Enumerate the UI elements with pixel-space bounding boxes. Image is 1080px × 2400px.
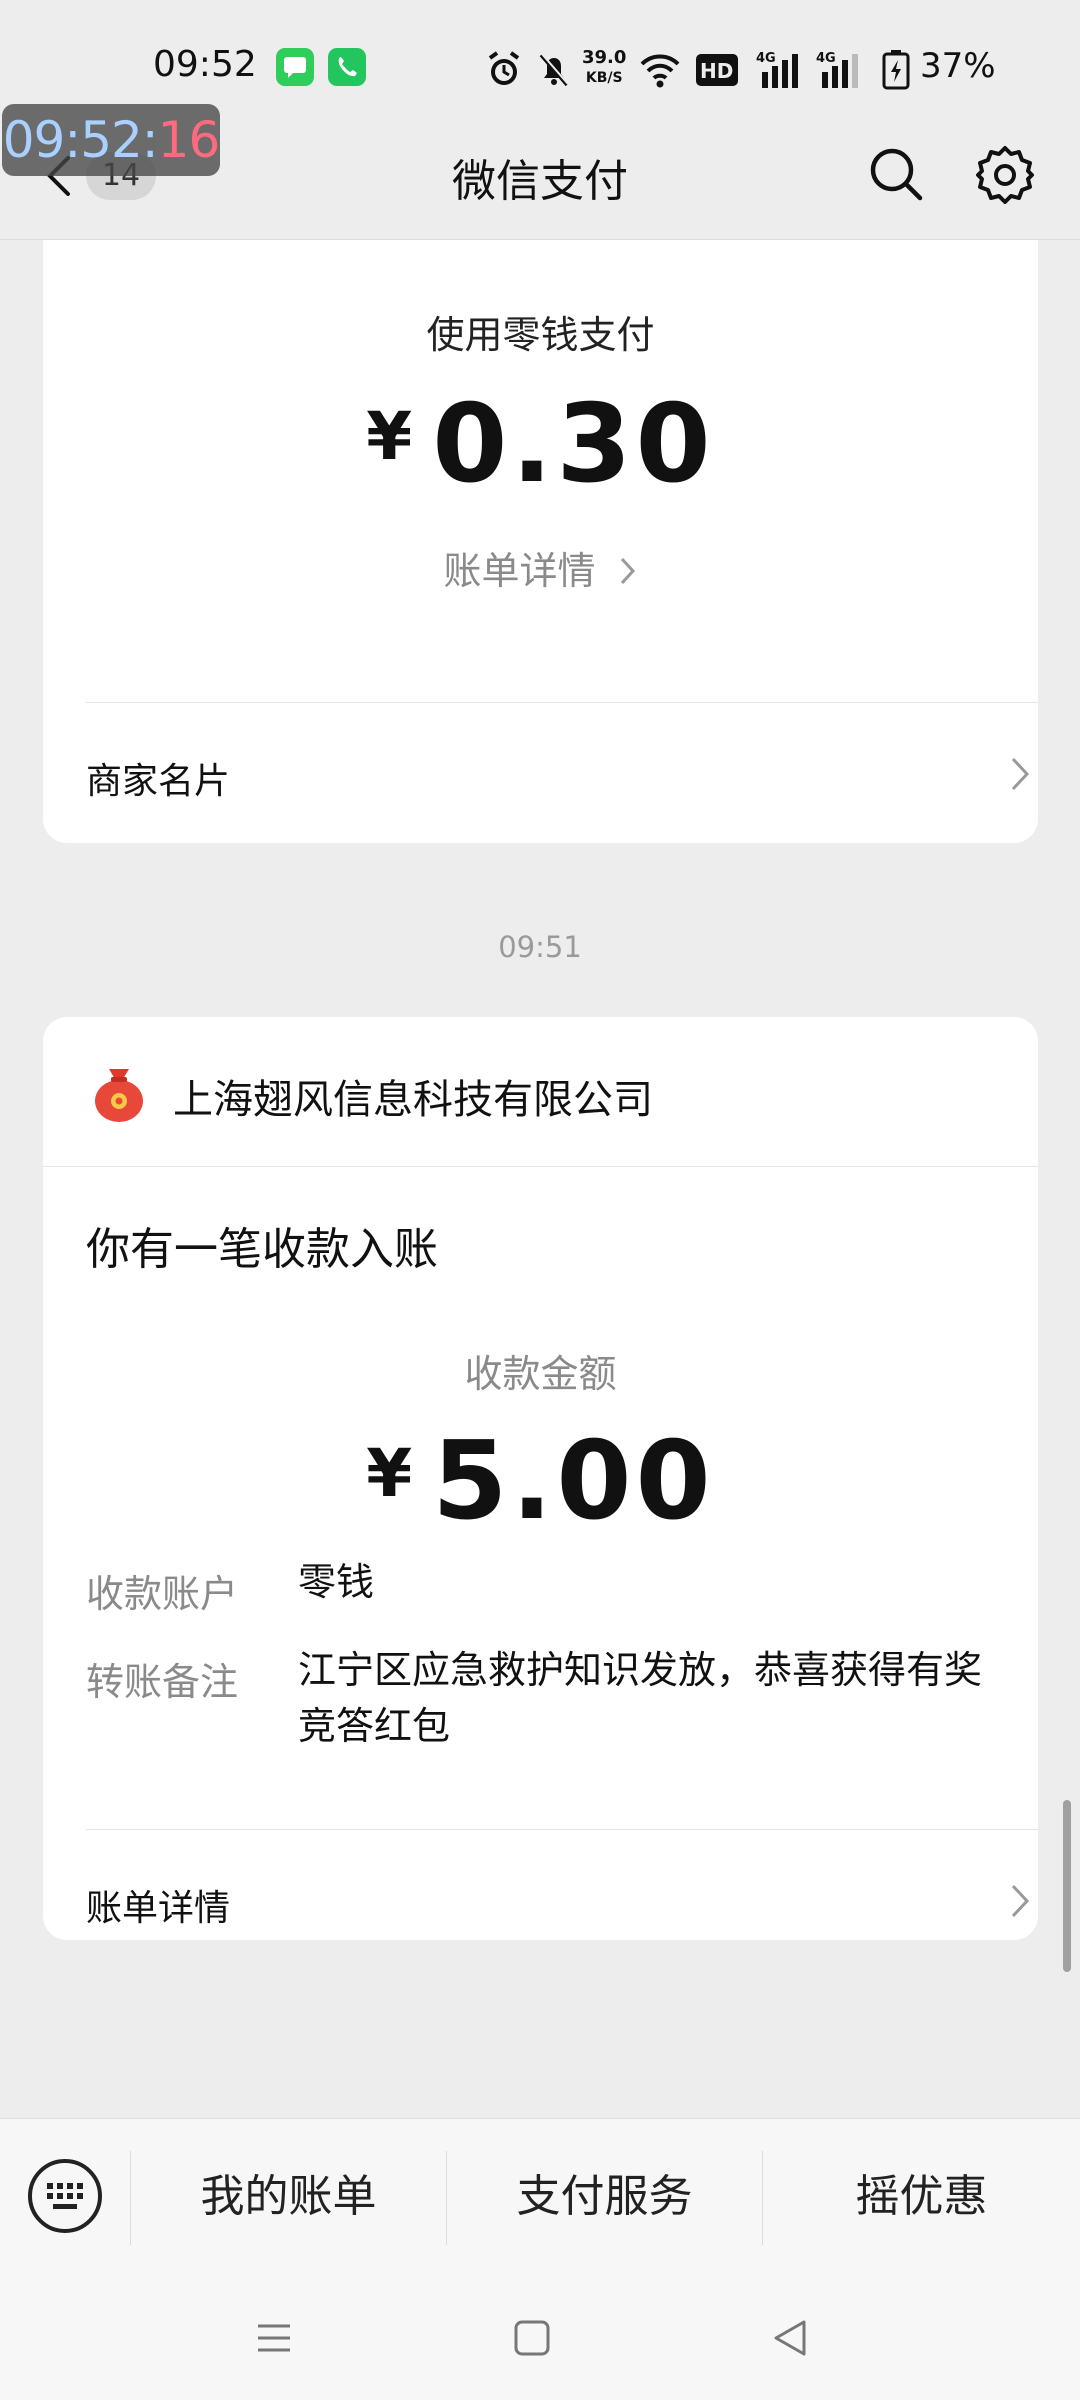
payment-method-label: 使用零钱支付 [426, 313, 655, 357]
receiving-account-value: 零钱 [298, 1560, 375, 1604]
payment-amount: ¥0.30 [43, 382, 1038, 507]
merchant-name: 上海翅风信息科技有限公司 [173, 1077, 653, 1123]
menu-payment-services[interactable]: 支付服务 [447, 2147, 762, 2247]
phone-notification-icon [328, 48, 366, 86]
merchant-card-label: 商家名片 [86, 761, 231, 802]
wifi-icon [638, 50, 682, 94]
menu-shake-deals[interactable]: 摇优惠 [763, 2147, 1080, 2247]
receipt-card: 上海翅风信息科技有限公司 你有一笔收款入账 收款金额 ¥5.00 收款账户 零钱… [43, 1017, 1038, 1940]
bill-detail-label: 账单详情 [86, 1888, 231, 1929]
signal-1-icon: 4G [756, 48, 802, 96]
hd-icon: HD [696, 54, 738, 90]
bottom-menu: 我的账单 支付服务 摇优惠 [0, 2118, 1080, 2276]
amount-value: 5.00 [432, 1419, 715, 1544]
gear-icon[interactable] [974, 144, 1036, 206]
floating-clock-overlay[interactable]: 09:52:16 [2, 104, 220, 176]
alarm-icon [486, 50, 522, 94]
mute-icon [536, 50, 572, 94]
search-icon[interactable] [866, 144, 926, 204]
signal-2-icon: 4G [816, 48, 862, 96]
page-title: 微信支付 [452, 156, 628, 207]
menu-my-bills[interactable]: 我的账单 [131, 2147, 446, 2247]
amount-label: 收款金额 [464, 1352, 617, 1396]
battery-icon [882, 50, 910, 94]
messages-notification-icon [276, 48, 314, 86]
transfer-note-key: 转账备注 [86, 1660, 239, 1704]
back-triangle-icon[interactable] [766, 2314, 814, 2362]
amount-value: 0.30 [432, 382, 715, 507]
merchant-header[interactable]: 上海翅风信息科技有限公司 [43, 1017, 1038, 1167]
keyboard-icon[interactable] [28, 2159, 102, 2233]
payment-card: 使用零钱支付 ¥0.30 账单详情 商家名片 [43, 240, 1038, 843]
battery-percent: 37% [920, 46, 996, 86]
receiving-account-key: 收款账户 [86, 1572, 239, 1616]
chevron-right-icon [1011, 1884, 1030, 1918]
scrollbar[interactable] [1063, 1800, 1071, 1972]
money-bag-icon [95, 1069, 143, 1122]
chevron-right-icon [620, 557, 635, 585]
message-timestamp: 09:51 [498, 930, 582, 964]
net-speed: 39.0 KB/S [582, 47, 627, 87]
svg-text:4G: 4G [816, 51, 836, 66]
status-bar: 09:52 39.0 KB/S HD 4G 4G 37% [0, 40, 1080, 100]
divider [86, 1829, 1038, 1830]
currency-symbol: ¥ [366, 1435, 413, 1512]
transfer-note-value: 江宁区应急救护知识发放，恭喜获得有奖竞答红包 [298, 1648, 983, 1748]
merchant-card-row[interactable]: 商家名片 [86, 734, 1030, 814]
bill-detail-link[interactable]: 账单详情 [43, 540, 1038, 595]
svg-text:4G: 4G [756, 51, 776, 66]
chevron-right-icon [1011, 757, 1030, 791]
received-amount: ¥5.00 [43, 1419, 1038, 1544]
currency-symbol: ¥ [366, 398, 413, 475]
menu-icon[interactable] [250, 2314, 298, 2362]
status-icons: 39.0 KB/S HD 4G 4G 37% [486, 42, 1046, 98]
status-time: 09:52 [153, 44, 257, 85]
receipt-headline: 你有一笔收款入账 [86, 1224, 438, 1275]
svg-text:HD: HD [700, 59, 733, 83]
divider [86, 702, 1038, 703]
home-icon[interactable] [508, 2314, 556, 2362]
system-nav-bar [0, 2276, 1080, 2400]
bill-detail-row[interactable]: 账单详情 [86, 1861, 1030, 1941]
